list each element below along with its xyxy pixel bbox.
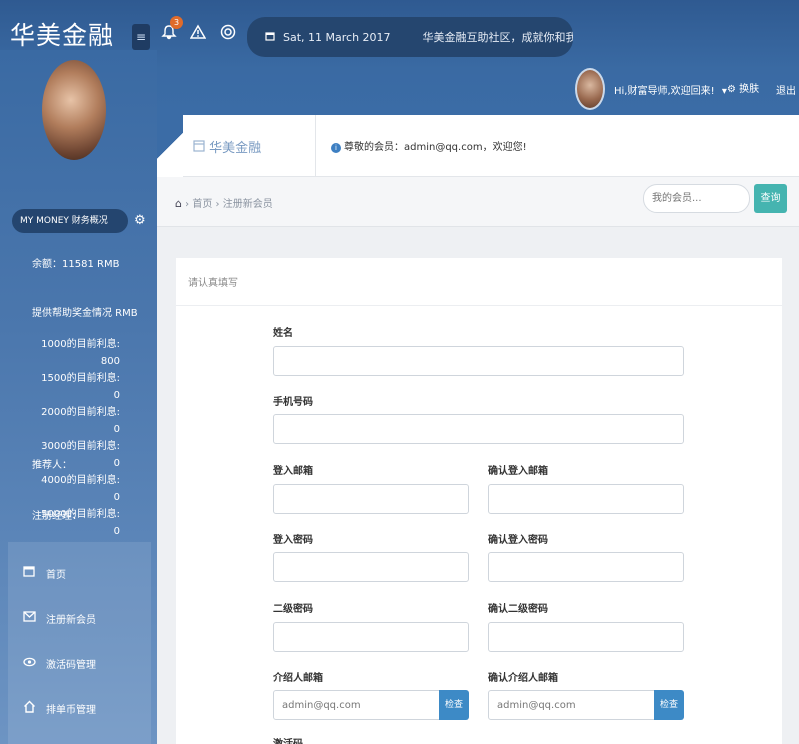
- breadcrumb-separator: ›: [215, 199, 220, 210]
- pin-confirm-input[interactable]: [488, 622, 684, 652]
- info-icon: i: [331, 143, 341, 153]
- referrer-email-confirm-input[interactable]: [488, 690, 655, 720]
- nav-item-register[interactable]: 注册新会员: [0, 600, 157, 636]
- logout-button[interactable]: 退出: [776, 82, 796, 97]
- gear-icon: ⚙: [727, 84, 736, 95]
- email-input[interactable]: [273, 484, 469, 514]
- calendar-icon: [20, 565, 38, 581]
- switch-skin-label: 换肤: [739, 84, 760, 95]
- pin-input[interactable]: [273, 622, 469, 652]
- referrer-email-confirm-label: 确认介绍人邮箱: [488, 673, 558, 684]
- password-label: 登入密码: [273, 535, 313, 546]
- switch-skin-button[interactable]: ⚙ 换肤: [727, 80, 759, 95]
- breadcrumb-separator: ›: [185, 199, 190, 210]
- name-label: 姓名: [273, 328, 293, 339]
- nav-label: 排单币管理: [46, 704, 96, 716]
- title-bar: 华美金融 i 尊敬的会员：admin@qq.com，欢迎您!: [157, 115, 799, 177]
- breadcrumb-current: 注册新会员: [222, 199, 273, 210]
- title-divider: [315, 115, 316, 177]
- warning-icon[interactable]: [187, 24, 209, 46]
- email-confirm-input[interactable]: [488, 484, 684, 514]
- envelope-icon: [20, 610, 38, 626]
- news-ticker: Sat, 11 March 2017 华美金融互助社区，成就你和我的财富梦...: [247, 17, 573, 57]
- nav-label: 注册新会员: [46, 614, 96, 626]
- referrer-text: 推荐人：: [32, 460, 72, 471]
- email-confirm-label: 确认登入邮箱: [488, 466, 548, 477]
- member-search-input[interactable]: [643, 184, 750, 213]
- greeting-text: Hi,财富导师,欢迎回来!: [614, 86, 715, 97]
- money-summary-title: MY MONEY 财务概况: [12, 209, 128, 233]
- interest-item: 1000的目前利息: 800: [41, 339, 120, 367]
- phone-label: 手机号码: [273, 397, 313, 408]
- help-income-title: 提供帮助奖金情况 RMB: [32, 308, 138, 319]
- welcome-message: i 尊敬的会员：admin@qq.com，欢迎您!: [331, 138, 527, 153]
- breadcrumb-bar: ⌂ › 首页 › 注册新会员 查询: [157, 177, 799, 227]
- breadcrumb-home[interactable]: 首页: [192, 199, 212, 210]
- referrer-email-label: 介绍人邮箱: [273, 673, 323, 684]
- current-date: Sat, 11 March 2017: [283, 30, 391, 44]
- profile-avatar: [42, 60, 106, 160]
- page-title-text: 华美金融: [209, 141, 262, 156]
- register-form-card: 请认真填写 姓名 手机号码 登入邮箱 确认登入邮箱 登入密码 确认登入密码 二级…: [176, 258, 782, 744]
- verify-referrer-button[interactable]: 检查: [439, 690, 469, 720]
- form-header: 请认真填写: [176, 258, 782, 306]
- email-label: 登入邮箱: [273, 466, 313, 477]
- page-title: 华美金融: [193, 137, 261, 156]
- pin-label: 二级密码: [273, 604, 313, 615]
- verify-referrer-confirm-button[interactable]: 检查: [654, 690, 684, 720]
- home-icon: [20, 700, 38, 717]
- main-content: 华美金融 i 尊敬的会员：admin@qq.com，欢迎您! ⌂ › 首页 › 注…: [157, 115, 799, 744]
- interest-item: 1500的目前利息: 0: [41, 373, 120, 401]
- pin-confirm-label: 确认二级密码: [488, 604, 548, 615]
- nav-item-home[interactable]: 首页: [0, 555, 157, 591]
- lifebuoy-icon[interactable]: [217, 24, 239, 46]
- password-input[interactable]: [273, 552, 469, 582]
- nav-item-queue-coin[interactable]: 排单币管理: [0, 690, 157, 726]
- name-input[interactable]: [273, 346, 684, 376]
- nav-label: 首页: [46, 569, 66, 581]
- menu-toggle-button[interactable]: ≡: [132, 24, 150, 50]
- title-notch: [157, 115, 183, 177]
- user-avatar[interactable]: [575, 68, 605, 110]
- welcome-text: 尊敬的会员：admin@qq.com，欢迎您!: [344, 142, 527, 153]
- brand-logo[interactable]: 华美金融: [10, 16, 114, 52]
- calendar-icon: [265, 31, 275, 44]
- notification-badge: 3: [170, 16, 183, 29]
- eye-icon: [20, 656, 38, 671]
- news-text: 华美金融互助社区，成就你和我的财富梦...: [422, 31, 573, 44]
- nav-label: 激活码管理: [46, 659, 96, 671]
- home-icon[interactable]: ⌂: [175, 197, 182, 210]
- interest-item: 2000的目前利息: 0: [41, 407, 120, 435]
- window-icon: [193, 140, 209, 156]
- query-button[interactable]: 查询: [754, 184, 787, 213]
- manager-text: 注册经理：: [32, 511, 82, 522]
- activation-code-label: 激活码: [273, 735, 303, 744]
- password-confirm-label: 确认登入密码: [488, 535, 548, 546]
- user-greeting[interactable]: Hi,财富导师,欢迎回来! ▾: [614, 82, 727, 97]
- breadcrumb: ⌂ › 首页 › 注册新会员: [175, 195, 273, 210]
- balance-text: 余额：11581 RMB: [32, 259, 120, 270]
- interest-item: 4000的目前利息: 0: [41, 475, 120, 503]
- nav-item-activation[interactable]: 激活码管理: [0, 645, 157, 681]
- password-confirm-input[interactable]: [488, 552, 684, 582]
- sidebar: MY MONEY 财务概况 ⚙ 余额：11581 RMB 提供帮助奖金情况 RM…: [0, 50, 157, 744]
- settings-gear-icon[interactable]: ⚙: [134, 213, 146, 228]
- referrer-email-input[interactable]: [273, 690, 440, 720]
- phone-input[interactable]: [273, 414, 684, 444]
